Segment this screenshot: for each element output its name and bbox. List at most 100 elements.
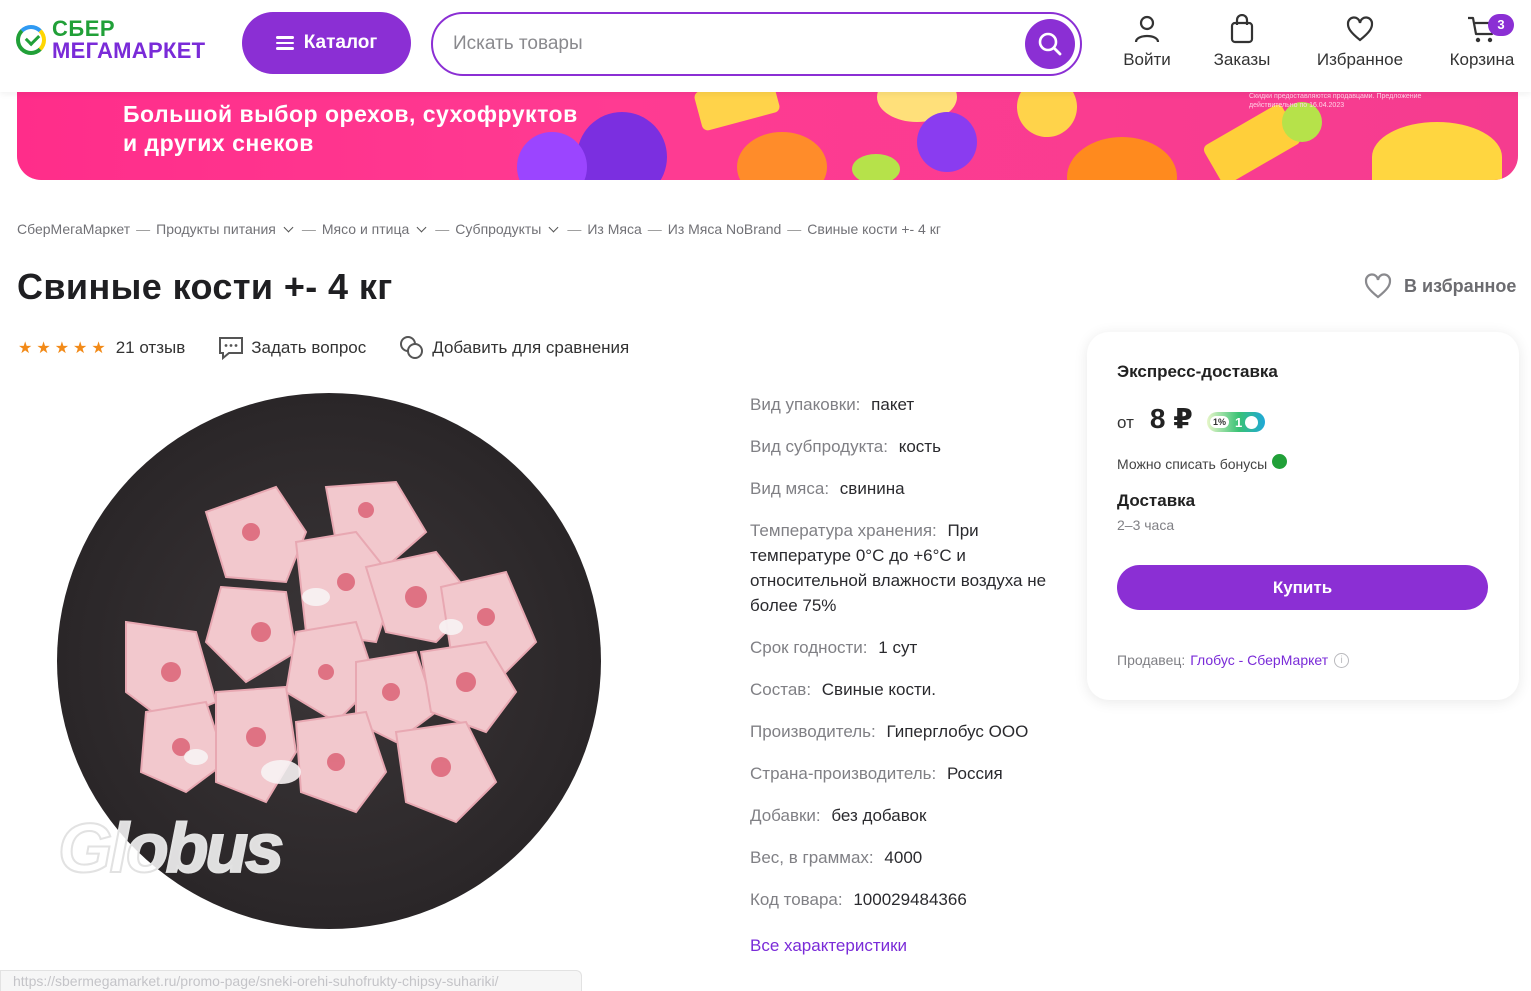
- seller-info: Продавец: Глобус - СберМаркет i: [1117, 652, 1350, 668]
- compare-button[interactable]: Добавить для сравнения: [398, 334, 629, 362]
- product-meta: ★ ★ ★ ★ ★ 21 отзыв Задать вопрос Добавит…: [18, 334, 629, 362]
- spec-value: кость: [898, 437, 941, 456]
- spec-row: Вес, в граммах: 4000: [750, 845, 1080, 870]
- spec-value: Свиные кости.: [821, 680, 936, 699]
- spec-value: Гиперглобус ООО: [886, 722, 1029, 741]
- spec-row: Добавки: без добавок: [750, 803, 1080, 828]
- bonus-note: Можно списать бонусы: [1117, 453, 1288, 472]
- favorites-label: В избранное: [1404, 275, 1517, 296]
- star-icon: ★: [36, 340, 51, 357]
- catalog-label: Каталог: [303, 32, 378, 53]
- seller-link[interactable]: Глобус - СберМаркет: [1190, 652, 1328, 668]
- breadcrumb-separator: —: [301, 221, 316, 237]
- heart-icon: [1364, 273, 1392, 299]
- buy-button[interactable]: Купить: [1117, 565, 1488, 610]
- breadcrumb-item-food[interactable]: Продукты питания: [156, 221, 276, 237]
- bonus-note-text: Можно списать бонусы: [1117, 456, 1268, 472]
- spec-value: свинина: [839, 479, 905, 498]
- spec-row: Производитель: Гиперглобус ООО: [750, 719, 1080, 744]
- add-to-favorites-button[interactable]: В избранное: [1364, 273, 1516, 299]
- spec-value: без добавок: [831, 806, 927, 825]
- spec-key: Страна-производитель:: [750, 764, 937, 783]
- login-label: Войти: [1123, 50, 1171, 69]
- spec-key: Вид упаковки:: [750, 395, 861, 414]
- rating-stars[interactable]: ★ ★ ★ ★ ★: [18, 338, 106, 358]
- search-icon: [1038, 32, 1062, 56]
- orders-button[interactable]: Заказы: [1210, 12, 1274, 70]
- spec-key: Срок годности:: [750, 638, 868, 657]
- favorites-label: Избранное: [1316, 50, 1404, 69]
- search-button[interactable]: [1025, 19, 1075, 69]
- spec-value: Россия: [946, 764, 1003, 783]
- bonus-percent: 1%: [1210, 416, 1230, 428]
- product-title: Свиные кости +- 4 кг: [17, 266, 393, 307]
- spec-key: Вид субпродукта:: [750, 437, 888, 456]
- spec-row: Вид упаковки: пакет: [750, 392, 1080, 417]
- spec-row: Срок годности: 1 сут: [750, 635, 1080, 660]
- chevron-down-icon[interactable]: [548, 222, 559, 232]
- spec-row: Состав: Свиные кости.: [750, 677, 1080, 702]
- breadcrumb-separator: —: [435, 221, 450, 237]
- all-specs-link[interactable]: Все характеристики: [750, 936, 907, 956]
- price-prefix: от: [1117, 413, 1134, 432]
- breadcrumb-item-home[interactable]: СберМегаМаркет: [17, 221, 130, 237]
- spec-value: 1 сут: [878, 638, 918, 657]
- banner-line2: и других снеков: [123, 130, 314, 156]
- spec-row: Температура хранения: При температуре 0°…: [750, 518, 1080, 618]
- spec-value: 100029484366: [853, 890, 967, 909]
- price-value: 8 ₽: [1149, 403, 1193, 434]
- bag-icon: [1230, 14, 1254, 44]
- breadcrumb: СберМегаМаркет — Продукты питания — Мясо…: [17, 221, 941, 237]
- buy-box: Экспресс-доставка от 8 ₽ 1% 1 Можно спис…: [1087, 332, 1519, 700]
- breadcrumb-item-from-meat[interactable]: Из Мяса: [587, 221, 641, 237]
- spec-key: Добавки:: [750, 806, 821, 825]
- breadcrumb-separator: —: [567, 221, 582, 237]
- menu-icon: [275, 36, 294, 50]
- sber-bonus-icon: [1272, 453, 1288, 469]
- ask-question-button[interactable]: Задать вопрос: [217, 335, 366, 361]
- spec-row: Страна-производитель: Россия: [750, 761, 1080, 786]
- breadcrumb-item-nobrand[interactable]: Из Мяса NoBrand: [668, 221, 782, 237]
- site-header: СБЕР МЕГАМАРКЕТ Каталог Войти Заказы Изб…: [0, 0, 1531, 92]
- logo[interactable]: СБЕР МЕГАМАРКЕТ: [16, 18, 205, 62]
- catalog-button[interactable]: Каталог: [242, 12, 411, 74]
- compare-icon: [400, 336, 424, 359]
- orders-label: Заказы: [1213, 50, 1271, 69]
- breadcrumb-item-offal[interactable]: Субпродукты: [455, 221, 541, 237]
- bonus-coin-icon: [1245, 415, 1259, 429]
- globus-watermark: Globus: [57, 808, 285, 888]
- favorites-button[interactable]: Избранное: [1310, 12, 1410, 70]
- login-button[interactable]: Войти: [1120, 12, 1174, 70]
- reviews-link[interactable]: 21 отзыв: [116, 338, 186, 358]
- delivery-label: Доставка: [1117, 491, 1196, 510]
- info-icon[interactable]: i: [1334, 652, 1350, 668]
- compare-label: Добавить для сравнения: [432, 338, 630, 357]
- breadcrumb-item-meat[interactable]: Мясо и птица: [322, 221, 409, 237]
- spec-value: пакет: [871, 395, 915, 414]
- search-input[interactable]: [453, 33, 1013, 55]
- search-bar: [431, 12, 1082, 76]
- star-icon: ★: [54, 340, 70, 357]
- bonus-amount: 1: [1235, 414, 1243, 430]
- breadcrumb-separator: —: [136, 221, 151, 237]
- ask-question-label: Задать вопрос: [251, 338, 367, 357]
- bonus-badge: 1% 1: [1207, 412, 1265, 432]
- delivery-type-title: Экспресс-доставка: [1117, 362, 1278, 381]
- status-bar-url: https://sbermegamarket.ru/promo-page/sne…: [0, 970, 582, 991]
- chat-icon: [219, 337, 244, 361]
- spec-key: Состав:: [750, 680, 812, 699]
- heart-icon: [1346, 16, 1374, 42]
- cart-button[interactable]: 3 Корзина: [1444, 12, 1520, 70]
- spec-row: Вид субпродукта: кость: [750, 434, 1080, 459]
- spec-key: Вес, в граммах:: [750, 848, 874, 867]
- promo-banner[interactable]: Большой выбор орехов, сухофруктов и друг…: [17, 92, 1518, 180]
- chevron-down-icon[interactable]: [283, 222, 294, 232]
- breadcrumb-separator: —: [787, 221, 802, 237]
- banner-line1: Большой выбор орехов, сухофруктов: [123, 101, 578, 127]
- logo-line2: МЕГАМАРКЕТ: [52, 38, 206, 63]
- star-icon: ★: [73, 340, 88, 357]
- spec-key: Вид мяса:: [750, 479, 830, 498]
- cart-label: Корзина: [1449, 50, 1515, 69]
- chevron-down-icon[interactable]: [416, 222, 427, 232]
- star-icon: ★: [91, 340, 106, 357]
